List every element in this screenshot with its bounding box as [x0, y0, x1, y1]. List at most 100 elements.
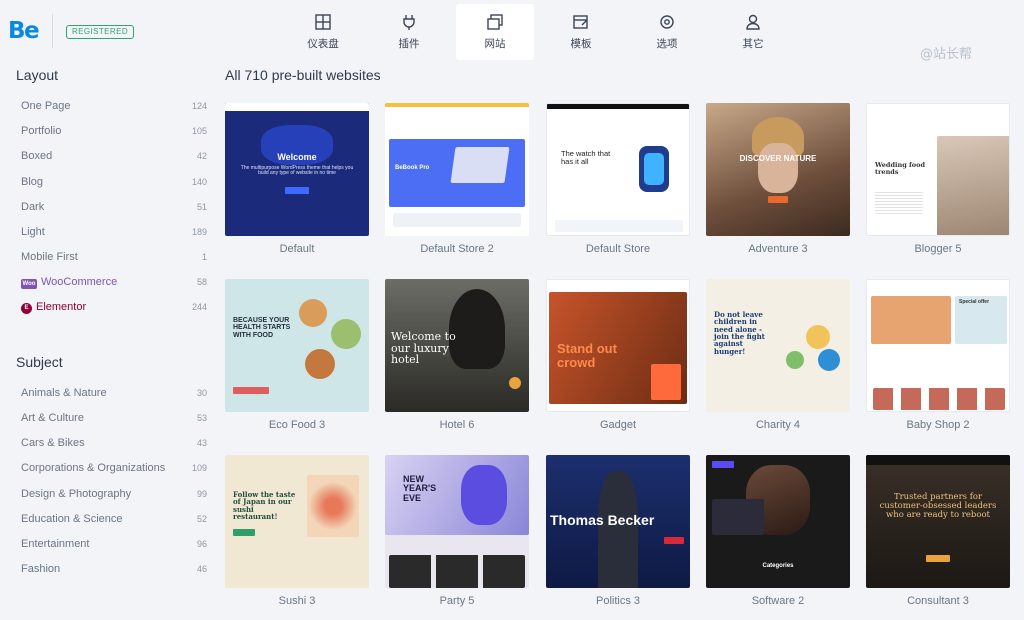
template-card-politics-3[interactable]: Thomas Becker Politics 3 [546, 455, 690, 607]
template-thumbnail[interactable]: Do not leave children in need alone - jo… [706, 279, 850, 412]
template-thumbnail[interactable]: NEW YEAR'S EVE [385, 455, 529, 588]
template-card-charity-4[interactable]: Do not leave children in need alone - jo… [706, 279, 850, 431]
filter-art-culture[interactable]: Art & Culture 53 [21, 412, 207, 430]
thumb-child-photo [818, 349, 840, 371]
thumb-headline: BECAUSE YOUR HEALTH STARTS WITH FOOD [233, 317, 291, 339]
template-card-baby-shop-2[interactable]: Special offer Baby Shop 2 [866, 279, 1010, 431]
template-thumbnail[interactable]: Follow the taste of Japan in our sushi r… [225, 455, 369, 588]
filter-count: 244 [191, 302, 207, 312]
template-name: Blogger 5 [914, 243, 962, 255]
filter-entertainment[interactable]: Entertainment 96 [21, 538, 207, 556]
filter-portfolio[interactable]: Portfolio 105 [21, 125, 207, 143]
thumb-button [233, 387, 269, 394]
filter-label: One Page [21, 100, 71, 112]
thumb-headline: Welcome [277, 152, 317, 162]
subject-heading: Subject [16, 354, 63, 370]
filter-label: Entertainment [21, 538, 90, 550]
template-name: Default Store 2 [420, 243, 494, 255]
filter-label: Design & Photography [21, 488, 132, 500]
filter-fashion[interactable]: Fashion 46 [21, 563, 207, 581]
nav-websites[interactable]: 网站 [456, 4, 534, 60]
template-thumbnail[interactable]: DISCOVER NATURE [706, 103, 850, 236]
template-name: Software 2 [751, 595, 805, 607]
template-thumbnail[interactable]: BeBook Pro [385, 103, 529, 236]
filter-label: Animals & Nature [21, 387, 107, 399]
template-thumbnail[interactable]: Categories [706, 455, 850, 588]
template-thumbnail[interactable]: Thomas Becker [546, 455, 690, 588]
thumb-laptop [450, 147, 510, 183]
template-thumbnail[interactable]: Trusted partners for customer-obsessed l… [866, 455, 1010, 588]
thumb-product-row [873, 388, 1005, 410]
template-card-blogger-5[interactable]: Wedding food trends Blogger 5 [866, 103, 1010, 255]
filter-count: 43 [196, 438, 207, 448]
template-thumbnail[interactable]: Welcome The multipurpose WordPress theme… [225, 103, 369, 236]
thumb-headline: Follow the taste of Japan in our sushi r… [233, 490, 296, 522]
filter-light[interactable]: Light 189 [21, 226, 207, 244]
watermark: @站长帮 [920, 47, 973, 62]
template-thumbnail[interactable]: The watch that has it all [546, 103, 690, 236]
filter-label: Boxed [21, 150, 53, 162]
template-thumbnail[interactable]: Stand out crowd [546, 279, 690, 412]
thumb-headline: Do not leave children in need alone - jo… [714, 310, 765, 356]
nav-other-label: 其它 [742, 38, 764, 50]
template-name: Hotel 6 [439, 419, 475, 431]
woocommerce-icon: Woo [21, 279, 37, 289]
template-card-sushi-3[interactable]: Follow the taste of Japan in our sushi r… [225, 455, 369, 607]
template-card-default-store-2[interactable]: BeBook Pro Default Store 2 [385, 103, 529, 255]
filter-dark[interactable]: Dark 51 [21, 201, 207, 219]
thumb-features [393, 213, 521, 227]
elementor-icon: E [21, 303, 32, 314]
filter-label: Education & Science [21, 513, 123, 525]
template-card-eco-food-3[interactable]: BECAUSE YOUR HEALTH STARTS WITH FOOD Eco… [225, 279, 369, 431]
nav-other[interactable]: 其它 [714, 4, 792, 60]
filter-label: WooCommerce [41, 276, 118, 288]
thumb-candidate [598, 471, 638, 588]
template-card-adventure-3[interactable]: DISCOVER NATURE Adventure 3 [706, 103, 850, 255]
filter-count: 46 [196, 564, 207, 574]
thumb-singer [461, 465, 507, 525]
template-thumbnail[interactable]: Special offer [866, 279, 1010, 412]
template-card-default-store[interactable]: The watch that has it all Default Store [546, 103, 690, 255]
template-card-default[interactable]: Welcome The multipurpose WordPress theme… [225, 103, 369, 255]
template-name: Default [279, 243, 315, 255]
thumb-headline: BeBook Pro [395, 165, 430, 171]
thumb-play-button [509, 377, 521, 389]
template-card-software-2[interactable]: Categories Software 2 [706, 455, 850, 607]
filter-one-page[interactable]: One Page 124 [21, 100, 207, 118]
filter-boxed[interactable]: Boxed 42 [21, 150, 207, 168]
template-card-gadget[interactable]: Stand out crowd Gadget [546, 279, 690, 431]
top-bar: Be REGISTERED 仪表盘 插件 网站 模板 选项 其它 @站长帮 [0, 0, 1024, 62]
filter-count: 30 [196, 388, 207, 398]
template-thumbnail[interactable]: Welcome to our luxury hotel [385, 279, 529, 412]
filter-count: 96 [196, 539, 207, 549]
filter-cars-bikes[interactable]: Cars & Bikes 43 [21, 437, 207, 455]
registered-badge: REGISTERED [66, 25, 135, 39]
filter-woocommerce[interactable]: Woo WooCommerce 58 [21, 276, 207, 294]
layout-heading: Layout [16, 67, 59, 83]
template-card-party-5[interactable]: NEW YEAR'S EVE Party 5 [385, 455, 529, 607]
thumb-promo-box [651, 364, 681, 400]
filter-design-photography[interactable]: Design & Photography 99 [21, 488, 207, 506]
template-thumbnail[interactable]: BECAUSE YOUR HEALTH STARTS WITH FOOD [225, 279, 369, 412]
filter-education-science[interactable]: Education & Science 52 [21, 513, 207, 531]
thumb-food-bowl [305, 349, 335, 379]
nav-plugins[interactable]: 插件 [370, 4, 448, 60]
nav-options[interactable]: 选项 [628, 4, 706, 60]
thumb-card [712, 499, 764, 535]
gear-icon [660, 15, 674, 29]
filter-animals-nature[interactable]: Animals & Nature 30 [21, 387, 207, 405]
thumb-photo [937, 136, 1009, 235]
template-card-consultant-3[interactable]: Trusted partners for customer-obsessed l… [866, 455, 1010, 607]
filter-corporations[interactable]: Corporations & Organizations 109 [21, 462, 207, 480]
filter-mobile-first[interactable]: Mobile First 1 [21, 251, 207, 269]
nav-dashboard-label: 仪表盘 [307, 38, 339, 50]
betheme-logo[interactable]: Be [8, 18, 40, 44]
filter-elementor[interactable]: E Elementor 244 [21, 301, 207, 319]
filter-blog[interactable]: Blog 140 [21, 176, 207, 194]
filter-label: Blog [21, 176, 44, 188]
nav-dashboard[interactable]: 仪表盘 [284, 4, 362, 60]
template-thumbnail[interactable]: Wedding food trends [866, 103, 1010, 236]
template-card-hotel-6[interactable]: Welcome to our luxury hotel Hotel 6 [385, 279, 529, 431]
user-icon [746, 14, 760, 30]
nav-templates[interactable]: 模板 [542, 4, 620, 60]
